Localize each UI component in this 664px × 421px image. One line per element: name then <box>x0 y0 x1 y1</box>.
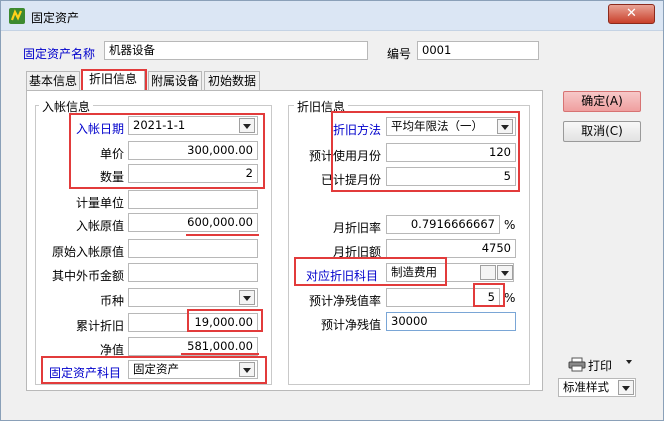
salvage-rate-label: 预计净残值率 <box>308 294 381 308</box>
print-button[interactable]: 打印 <box>568 356 650 374</box>
salvage-value-input[interactable]: 30000 <box>386 312 516 331</box>
lookup-button[interactable] <box>480 265 496 280</box>
asset-code-label: 编号 <box>387 47 412 61</box>
monthly-rate-input[interactable]: 0.7916666667 <box>386 215 500 234</box>
accum-depreciation-label: 累计折旧 <box>75 319 124 333</box>
subject-highlight-box <box>41 356 267 384</box>
title-bar: 固定资产 ✕ <box>1 1 663 31</box>
foreign-amount-input[interactable] <box>128 263 258 282</box>
ok-button[interactable]: 确定(A) <box>563 91 641 112</box>
raw-original-value-input[interactable] <box>128 239 258 258</box>
raw-original-value-label: 原始入帐原值 <box>51 245 124 259</box>
original-value-underline <box>186 234 259 236</box>
measure-unit-label: 计量单位 <box>75 196 124 210</box>
original-value-input[interactable]: 600,000.00 <box>128 213 258 232</box>
app-logo-icon <box>9 8 25 24</box>
chevron-down-icon[interactable] <box>618 380 634 395</box>
tab-highlight <box>81 69 147 92</box>
foreign-amount-label: 其中外币金额 <box>51 269 124 283</box>
currency-label: 币种 <box>99 294 124 308</box>
window-title: 固定资产 <box>31 11 80 25</box>
salvage-rate-unit: % <box>504 291 516 305</box>
dialog-window: 固定资产 ✕ 固定资产名称 机器设备 编号 0001 基本信息 折旧信息 附属设… <box>0 0 664 421</box>
close-button[interactable]: ✕ <box>608 4 655 24</box>
rate-unit: % <box>504 218 516 232</box>
monthly-rate-label: 月折旧率 <box>332 221 381 235</box>
measure-unit-input[interactable] <box>128 190 258 209</box>
salvage-value-label: 预计净残值 <box>320 318 381 332</box>
close-icon: ✕ <box>626 6 637 21</box>
net-value-underline <box>181 353 259 355</box>
cancel-button[interactable]: 取消(C) <box>563 121 641 142</box>
print-label: 打印 <box>588 359 613 373</box>
accum-highlight-box <box>187 309 263 332</box>
asset-name-label: 固定资产名称 <box>23 47 96 61</box>
chevron-down-icon[interactable] <box>497 265 513 280</box>
method-highlight-box <box>331 111 520 192</box>
account-highlight-box <box>294 257 447 286</box>
asset-name-input[interactable]: 机器设备 <box>104 41 368 60</box>
monthly-amount-input[interactable]: 4750 <box>386 239 516 258</box>
tab-initial-data[interactable]: 初始数据 <box>204 71 260 91</box>
original-value-label: 入帐原值 <box>75 219 124 233</box>
print-dropdown-icon <box>626 360 632 364</box>
chevron-down-icon[interactable] <box>239 290 255 305</box>
entry-highlight-box <box>69 113 265 189</box>
asset-code-input[interactable]: 0001 <box>417 41 539 60</box>
salvage-rate-highlight-box <box>473 283 505 307</box>
tab-basic-info[interactable]: 基本信息 <box>26 71 80 91</box>
tab-accessories[interactable]: 附属设备 <box>148 71 202 91</box>
printer-icon <box>568 357 586 372</box>
